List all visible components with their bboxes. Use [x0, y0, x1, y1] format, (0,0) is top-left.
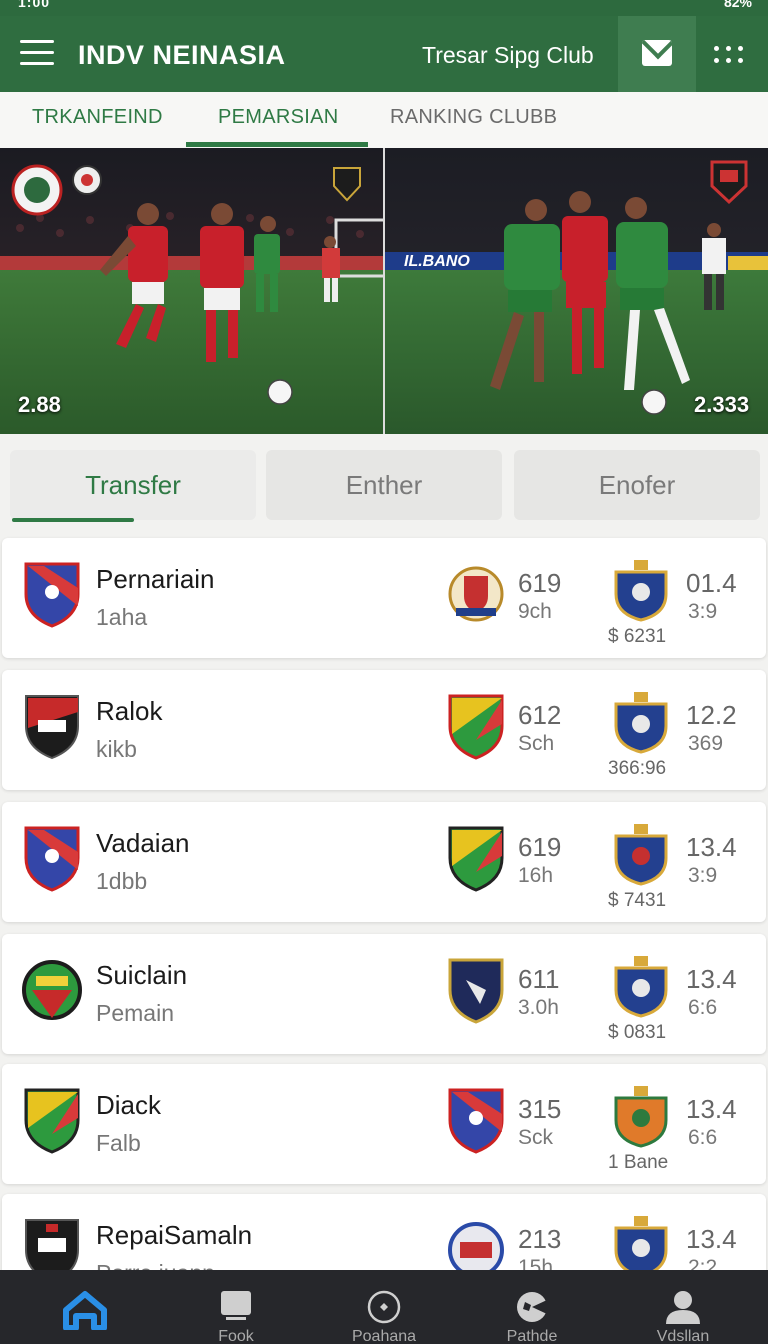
club-crest-icon: [22, 960, 82, 1020]
club-name: Suiclain: [96, 960, 188, 990]
rating-ratio: 369: [688, 732, 724, 755]
opponent-crest-icon: [448, 566, 504, 622]
banner-divider: [383, 148, 385, 434]
segment-indicator: [12, 518, 134, 522]
club-row[interactable]: Ralok kikb 612 Sch 12.2 369 366:96: [2, 670, 766, 790]
club-subtitle: kikb: [96, 736, 137, 762]
club-row[interactable]: Vadaian 1dbb 619 16h 13.4 3:9 $ 7431: [2, 802, 766, 922]
stat-unit: Sck: [518, 1126, 554, 1149]
rating-value: 01.4: [686, 568, 737, 598]
home-icon: [63, 1291, 107, 1330]
tab-transfer[interactable]: TRKANFEIND: [32, 106, 163, 129]
tab-indicator: [186, 142, 368, 147]
stat-value: 213: [518, 1224, 562, 1254]
status-bar: 1:00 82%: [0, 0, 768, 16]
club-crest-icon: [24, 1088, 80, 1154]
stat-unit: 16h: [518, 864, 554, 887]
rating-value: 13.4: [686, 832, 737, 862]
club-price: 366:96: [608, 758, 667, 779]
stat-value: 619: [518, 832, 562, 862]
nav-label: Fook: [218, 1328, 254, 1344]
app-title: INDV NEINASIA: [78, 40, 286, 70]
club-price: $ 0831: [608, 1022, 667, 1043]
left-score: 2.88: [18, 392, 61, 417]
status-battery: 82%: [723, 0, 752, 10]
club-name: RepaiSamaln: [96, 1220, 253, 1250]
nav-home[interactable]: [10, 1270, 160, 1344]
opponent-crest-icon: [448, 1088, 504, 1154]
league-crest-icon: [614, 1216, 668, 1278]
stat-value: 611: [518, 964, 560, 994]
rating-value: 12.2: [686, 700, 737, 730]
tab-pemarsian[interactable]: PEMARSIAN: [218, 106, 339, 129]
club-row[interactable]: Diack Falb 315 Sck 13.4 6:6 1 Bane: [2, 1064, 766, 1184]
nav-label: Poahana: [351, 1328, 417, 1344]
menu-icon[interactable]: [20, 40, 54, 68]
mail-icon: [642, 40, 672, 66]
club-name[interactable]: Tresar Sipg Club: [422, 42, 594, 69]
tab-ranking[interactable]: RANKING CLUBB: [390, 106, 557, 129]
stat-value: 619: [518, 568, 562, 598]
club-name: Diack: [96, 1090, 162, 1120]
pitch-ad-text: IL.BANO: [404, 253, 470, 270]
profile-icon: [666, 1291, 700, 1324]
club-crest-icon: [24, 826, 80, 892]
club-subtitle: 1dbb: [96, 868, 148, 894]
bottom-nav: Fook Poahana Pathde Vdsllan: [0, 1270, 768, 1344]
segment-transfer[interactable]: Transfer: [10, 450, 256, 520]
club-name: Vadaian: [96, 828, 190, 858]
nav-label: Vdsllan: [656, 1328, 710, 1344]
square-icon: [221, 1291, 251, 1320]
club-subtitle: 1aha: [96, 604, 148, 630]
segment-enofer[interactable]: Enofer: [514, 450, 760, 520]
rating-value: 13.4: [686, 1224, 737, 1254]
nav-pathde[interactable]: Pathde: [457, 1270, 607, 1344]
stat-unit: Sch: [518, 732, 555, 755]
mail-button[interactable]: [618, 16, 696, 92]
club-price: $ 7431: [608, 890, 667, 911]
league-crest-icon: [614, 824, 668, 886]
club-crest-icon: [25, 695, 79, 760]
nav-poahana[interactable]: Poahana: [309, 1270, 459, 1344]
club-name: Ralok: [96, 696, 163, 726]
top-tabs: TRKANFEIND PEMARSIAN RANKING CLUBB: [0, 92, 768, 148]
club-name: Pernariain: [96, 564, 215, 594]
app-bar: INDV NEINASIA Tresar Sipg Club: [0, 16, 768, 92]
league-crest-icon: [614, 956, 668, 1018]
rating-value: 13.4: [686, 964, 737, 994]
right-score: 2.333: [694, 392, 750, 417]
rating-ratio: 3:9: [688, 864, 718, 887]
club-crest-icon: [24, 562, 80, 628]
opponent-crest-icon: [448, 826, 504, 892]
segment-tabs: Transfer Enther Enofer: [0, 434, 768, 534]
club-price: $ 6231: [608, 626, 667, 647]
nav-fook[interactable]: Fook: [161, 1270, 311, 1344]
segment-enther[interactable]: Enther: [266, 450, 502, 520]
club-row[interactable]: Suiclain Pemain 611 3.0h 13.4 6:6 $ 0831: [2, 934, 766, 1054]
target-icon: [367, 1290, 401, 1324]
club-subtitle: Falb: [96, 1130, 141, 1156]
league-crest-icon: [614, 560, 668, 622]
league-crest-icon: [614, 1086, 668, 1148]
stat-unit: 9ch: [518, 600, 552, 623]
more-options-icon[interactable]: [712, 42, 746, 66]
rating-ratio: 6:6: [688, 1126, 718, 1149]
club-price: 1 Bane: [608, 1152, 669, 1173]
rating-ratio: 6:6: [688, 996, 718, 1019]
club-subtitle: Pemain: [96, 1000, 174, 1026]
status-time: 1:00: [18, 0, 51, 10]
stat-unit: 3.0h: [518, 996, 559, 1019]
nav-vdsllan[interactable]: Vdsllan: [608, 1270, 758, 1344]
club-row[interactable]: Pernariain 1aha 619 9ch 01.4 3:9 $ 6231: [2, 538, 766, 658]
nav-label: Pathde: [506, 1328, 558, 1344]
stat-value: 315: [518, 1094, 562, 1124]
league-crest-icon: [614, 692, 668, 754]
ball-icon: [517, 1292, 547, 1322]
opponent-crest-icon: [448, 694, 504, 760]
rating-value: 13.4: [686, 1094, 737, 1124]
stat-value: 612: [518, 700, 562, 730]
opponent-crest-icon: [448, 958, 504, 1024]
match-banner[interactable]: IL.BANO 2.88 2.333: [0, 148, 768, 434]
rating-ratio: 3:9: [688, 600, 718, 623]
